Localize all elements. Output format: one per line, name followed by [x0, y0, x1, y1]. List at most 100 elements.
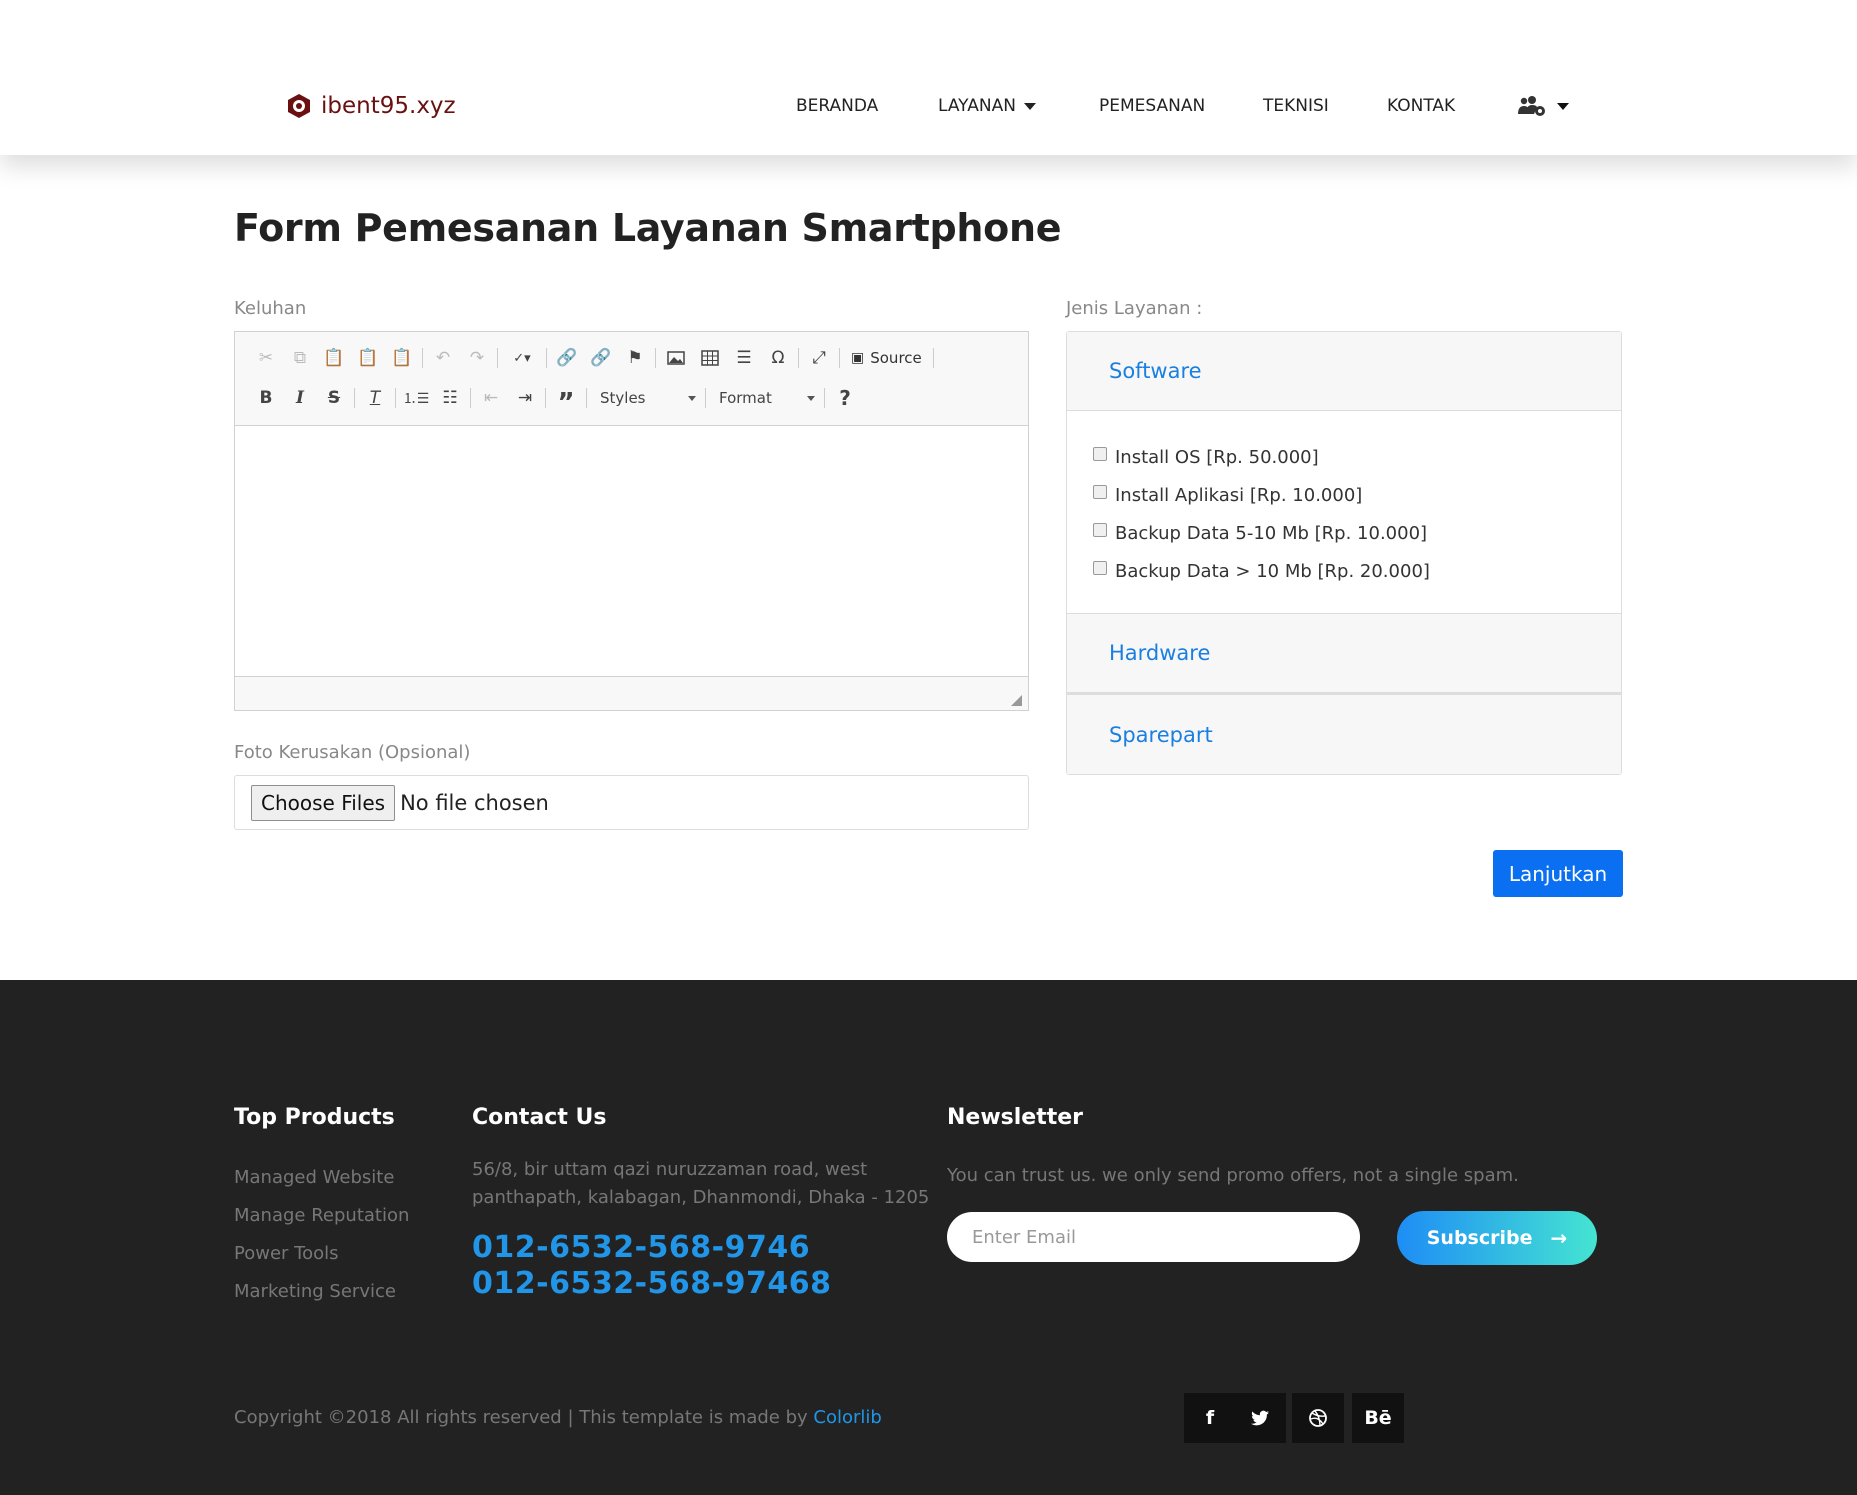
- option-label: Install Aplikasi [Rp. 10.000]: [1115, 484, 1363, 506]
- footer-link[interactable]: Managed Website: [234, 1167, 394, 1188]
- toolbar-separator: [586, 388, 587, 408]
- source-doc-icon: ▣: [851, 350, 865, 366]
- site-header: ibent95.xyz BERANDA LAYANAN PEMESANAN TE…: [0, 0, 1857, 155]
- subscribe-label: Subscribe: [1426, 1227, 1533, 1249]
- option-label: Backup Data 5-10 Mb [Rp. 10.000]: [1115, 522, 1428, 544]
- cut-icon[interactable]: ✂: [249, 343, 283, 373]
- chevron-down-icon: [1023, 102, 1036, 110]
- toolbar-row-1: ✂ ⧉ 📋 📋 📋 ↶ ↷ ✓▾ 🔗 🔗 ⚑ ☰ Ω ⤢ ▣ Source: [249, 342, 937, 374]
- table-icon[interactable]: [693, 343, 727, 373]
- footer-address-line-2: panthapath, kalabagan, Dhanmondi, Dhaka …: [472, 1187, 930, 1208]
- undo-icon[interactable]: ↶: [426, 343, 460, 373]
- toolbar-separator: [497, 348, 498, 368]
- link-icon[interactable]: 🔗: [550, 343, 584, 373]
- toolbar-separator: [932, 348, 934, 368]
- accordion-body-software: Install OS [Rp. 50.000] Install Aplikasi…: [1067, 411, 1621, 614]
- footer-phone-1[interactable]: 012-6532-568-9746: [472, 1230, 810, 1265]
- paste-word-icon[interactable]: 📋: [385, 343, 419, 373]
- remove-format-icon[interactable]: T: [358, 383, 392, 413]
- page-title: Form Pemesanan Layanan Smartphone: [234, 206, 1062, 250]
- toolbar-separator: [839, 348, 840, 368]
- editor-status-bar: [235, 676, 1028, 710]
- chevron-down-icon: [688, 395, 696, 401]
- toolbar-separator: [470, 388, 471, 408]
- copyright-body: Copyright ©2018 All rights reserved | Th…: [234, 1407, 814, 1428]
- source-button[interactable]: ▣ Source: [843, 343, 930, 373]
- option-backup-5-10[interactable]: Backup Data 5-10 Mb [Rp. 10.000]: [1093, 514, 1621, 552]
- toolbar-separator: [798, 348, 799, 368]
- dribbble-icon[interactable]: [1292, 1393, 1344, 1443]
- colorlib-link[interactable]: Colorlib: [813, 1407, 881, 1428]
- user-menu-dropdown[interactable]: [1517, 94, 1569, 118]
- image-icon[interactable]: [659, 343, 693, 373]
- behance-icon[interactable]: Bē: [1352, 1393, 1404, 1443]
- strikethrough-icon[interactable]: S: [317, 383, 351, 413]
- horizontal-line-icon[interactable]: ☰: [727, 343, 761, 373]
- nav-layanan[interactable]: LAYANAN: [938, 96, 1036, 116]
- users-cog-icon: [1518, 96, 1545, 116]
- blockquote-icon[interactable]: ”: [549, 383, 583, 418]
- rich-text-editor: ✂ ⧉ 📋 📋 📋 ↶ ↷ ✓▾ 🔗 🔗 ⚑ ☰ Ω ⤢ ▣ Source B …: [234, 331, 1029, 711]
- checkbox[interactable]: [1093, 447, 1107, 461]
- nav-beranda[interactable]: BERANDA: [796, 96, 878, 116]
- choose-files-button[interactable]: Choose Files: [251, 784, 396, 821]
- footer-link[interactable]: Manage Reputation: [234, 1205, 409, 1226]
- footer-contact-heading: Contact Us: [472, 1105, 607, 1130]
- styles-dropdown[interactable]: Styles: [590, 384, 702, 412]
- accordion-header-sparepart[interactable]: Sparepart: [1067, 695, 1621, 774]
- twitter-icon[interactable]: [1234, 1393, 1286, 1443]
- editor-content-area[interactable]: [235, 426, 1028, 676]
- newsletter-email-input[interactable]: Enter Email: [947, 1212, 1360, 1262]
- styles-label: Styles: [600, 389, 646, 407]
- checkbox[interactable]: [1093, 523, 1107, 537]
- maximize-icon[interactable]: ⤢: [802, 343, 836, 373]
- redo-icon[interactable]: ↷: [460, 343, 494, 373]
- chevron-down-icon: [807, 395, 815, 401]
- copy-icon[interactable]: ⧉: [283, 343, 317, 373]
- nav-pemesanan[interactable]: PEMESANAN: [1099, 96, 1205, 116]
- format-dropdown[interactable]: Format: [709, 384, 821, 412]
- facebook-icon[interactable]: f: [1184, 1393, 1236, 1443]
- chevron-down-icon: [1557, 102, 1569, 110]
- footer-link[interactable]: Power Tools: [234, 1243, 338, 1264]
- toolbar-separator: [395, 388, 396, 408]
- bold-icon[interactable]: B: [249, 383, 283, 413]
- subscribe-button[interactable]: Subscribe →: [1397, 1211, 1597, 1265]
- nav-teknisi[interactable]: TEKNISI: [1263, 96, 1329, 116]
- bulleted-list-icon[interactable]: ☷: [433, 383, 467, 413]
- help-icon[interactable]: ?: [828, 383, 862, 413]
- outdent-icon[interactable]: ⇤: [474, 383, 508, 413]
- paste-text-icon[interactable]: 📋: [351, 343, 385, 373]
- anchor-flag-icon[interactable]: ⚑: [618, 343, 652, 373]
- checkbox[interactable]: [1093, 485, 1107, 499]
- unlink-icon[interactable]: 🔗: [584, 343, 618, 373]
- resize-handle-icon[interactable]: [1011, 695, 1022, 706]
- paste-icon[interactable]: 📋: [317, 343, 351, 373]
- numbered-list-icon[interactable]: ⒈☰: [399, 383, 433, 413]
- toolbar-separator: [354, 388, 355, 408]
- option-backup-10plus[interactable]: Backup Data > 10 Mb [Rp. 20.000]: [1093, 552, 1621, 590]
- footer-address-line-1: 56/8, bir uttam qazi nuruzzaman road, we…: [472, 1159, 868, 1180]
- indent-icon[interactable]: ⇥: [508, 383, 542, 413]
- copyright-text: Copyright ©2018 All rights reserved | Th…: [234, 1407, 882, 1428]
- main-nav: BERANDA LAYANAN PEMESANAN TEKNISI KONTAK: [0, 96, 1857, 120]
- source-label: Source: [870, 349, 922, 367]
- footer-phone-2[interactable]: 012-6532-568-97468: [472, 1266, 831, 1301]
- spellcheck-icon[interactable]: ✓▾: [501, 343, 543, 373]
- toolbar-separator: [546, 348, 547, 368]
- accordion-header-hardware[interactable]: Hardware: [1067, 614, 1621, 693]
- file-status-text: No file chosen: [400, 790, 549, 815]
- lanjutkan-button[interactable]: Lanjutkan: [1493, 850, 1623, 897]
- option-label: Install OS [Rp. 50.000]: [1115, 446, 1319, 468]
- italic-icon[interactable]: I: [283, 383, 317, 413]
- toolbar-row-2: B I S T ⒈☰ ☷ ⇤ ⇥ ” Styles Format ?: [249, 382, 862, 418]
- nav-kontak[interactable]: KONTAK: [1387, 96, 1455, 116]
- checkbox[interactable]: [1093, 561, 1107, 575]
- option-install-aplikasi[interactable]: Install Aplikasi [Rp. 10.000]: [1093, 476, 1621, 514]
- format-label: Format: [719, 389, 772, 407]
- footer-link[interactable]: Marketing Service: [234, 1281, 396, 1302]
- toolbar-separator: [422, 348, 423, 368]
- special-char-omega-icon[interactable]: Ω: [761, 343, 795, 373]
- accordion-header-software[interactable]: Software: [1067, 332, 1621, 411]
- option-install-os[interactable]: Install OS [Rp. 50.000]: [1093, 438, 1621, 476]
